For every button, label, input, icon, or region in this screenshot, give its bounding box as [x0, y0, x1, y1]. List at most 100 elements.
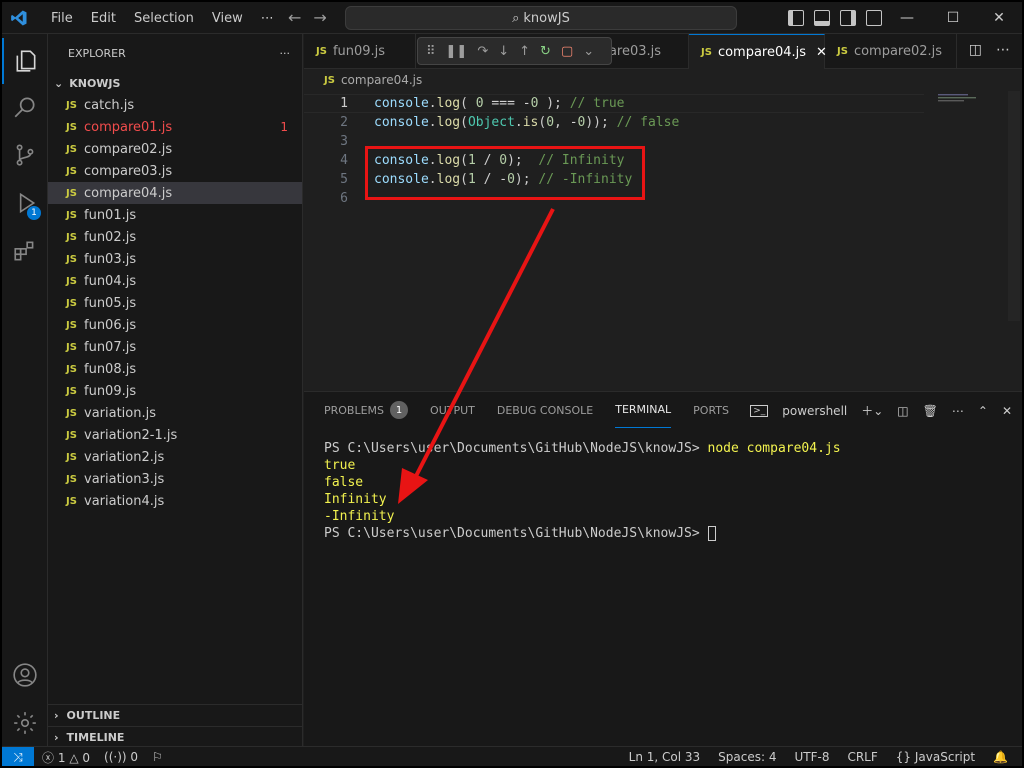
- trash-icon[interactable]: 🗑: [923, 404, 938, 418]
- js-file-icon: JS: [66, 187, 77, 199]
- more-actions-icon[interactable]: ⋯: [952, 404, 964, 418]
- breadcrumb-file[interactable]: compare04.js: [341, 73, 422, 87]
- tab-terminal[interactable]: TERMINAL: [615, 392, 672, 428]
- menu-edit[interactable]: Edit: [82, 11, 125, 26]
- maximize-icon[interactable]: ☐: [930, 2, 976, 34]
- code-editor[interactable]: 1 console.log( 0 === -0 ); // true 2 con…: [304, 91, 1022, 391]
- step-into-icon[interactable]: ↓: [498, 44, 509, 59]
- file-item[interactable]: JS compare03.js: [48, 160, 302, 182]
- menu-more[interactable]: ⋯: [252, 11, 283, 26]
- new-terminal-icon[interactable]: ＋⌄: [861, 402, 883, 419]
- close-window-icon[interactable]: ✕: [976, 2, 1022, 34]
- file-item[interactable]: JS fun04.js: [48, 270, 302, 292]
- terminal-icon: >_: [750, 404, 769, 417]
- menu-file[interactable]: File: [42, 11, 82, 26]
- step-over-icon[interactable]: ↷: [477, 44, 488, 59]
- explorer-activity-icon[interactable]: [2, 38, 48, 84]
- window-controls: — ☐ ✕: [884, 2, 1022, 34]
- file-item[interactable]: JS fun05.js: [48, 292, 302, 314]
- line-number: 1: [340, 96, 348, 111]
- file-label: fun02.js: [84, 229, 137, 245]
- editor-scrollbar[interactable]: [1008, 91, 1020, 321]
- tab-problems[interactable]: PROBLEMS 1: [324, 392, 409, 428]
- menu-view[interactable]: View: [203, 11, 252, 26]
- pause-icon[interactable]: ❚❚: [446, 44, 468, 59]
- split-terminal-icon[interactable]: ◫: [897, 404, 908, 418]
- chevron-right-icon: ›: [54, 709, 59, 722]
- language-mode[interactable]: {} JavaScript: [896, 750, 975, 764]
- file-item[interactable]: JS fun03.js: [48, 248, 302, 270]
- tab-ports[interactable]: PORTS: [693, 392, 729, 428]
- drag-handle-icon[interactable]: ⠿: [426, 44, 436, 59]
- accounts-icon[interactable]: [2, 652, 48, 698]
- end-of-line[interactable]: CRLF: [847, 750, 877, 764]
- search-activity-icon[interactable]: [2, 84, 48, 130]
- file-item[interactable]: JS compare01.js 1: [48, 116, 302, 138]
- remote-icon[interactable]: ⤨: [2, 747, 34, 766]
- command-center-search[interactable]: ⌕ knowJS: [345, 6, 737, 30]
- file-item[interactable]: JS variation2-1.js: [48, 424, 302, 446]
- tab-compare02[interactable]: JS compare02.js: [825, 34, 957, 69]
- cursor-position[interactable]: Ln 1, Col 33: [629, 750, 701, 764]
- toggle-secondary-sidebar-icon[interactable]: [840, 10, 856, 26]
- folder-knowjs[interactable]: ⌄ KNOWJS: [48, 72, 302, 94]
- problems-status[interactable]: ⓧ 1 △ 0: [42, 749, 90, 766]
- tab-label: PORTS: [693, 403, 729, 417]
- file-item[interactable]: JS fun01.js: [48, 204, 302, 226]
- close-panel-icon[interactable]: ✕: [1002, 404, 1012, 418]
- vscode-window: File Edit Selection View ⋯ ← → ⌕ knowJS …: [2, 2, 1022, 766]
- file-item[interactable]: JS variation4.js: [48, 490, 302, 512]
- forward-arrow-icon[interactable]: →: [313, 8, 326, 27]
- file-item[interactable]: JS fun07.js: [48, 336, 302, 358]
- line-number: 3: [340, 134, 348, 149]
- customize-layout-icon[interactable]: [866, 10, 882, 26]
- file-item[interactable]: JS compare02.js: [48, 138, 302, 160]
- file-item[interactable]: JS variation2.js: [48, 446, 302, 468]
- minimap[interactable]: [938, 93, 988, 103]
- terminal-output[interactable]: PS C:\Users\user\Documents\GitHub\NodeJS…: [324, 440, 841, 542]
- maximize-panel-icon[interactable]: ⌃: [978, 404, 988, 418]
- tab-compare04[interactable]: JS compare04.js ✕: [689, 34, 827, 69]
- menu-selection[interactable]: Selection: [125, 11, 203, 26]
- debug-status-icon[interactable]: ⚐: [152, 750, 163, 764]
- toggle-panel-icon[interactable]: [814, 10, 830, 26]
- extensions-icon[interactable]: [2, 228, 48, 274]
- split-editor-icon[interactable]: ◫: [969, 42, 982, 58]
- run-debug-icon[interactable]: 1: [2, 180, 48, 226]
- file-item[interactable]: JS compare04.js: [48, 182, 302, 204]
- back-arrow-icon[interactable]: ←: [288, 8, 301, 27]
- file-item[interactable]: JS fun02.js: [48, 226, 302, 248]
- file-item[interactable]: JS catch.js: [48, 94, 302, 116]
- tab-output[interactable]: OUTPUT: [430, 392, 475, 428]
- file-item[interactable]: JS fun08.js: [48, 358, 302, 380]
- stop-icon[interactable]: ▢: [561, 44, 573, 59]
- file-label: variation2.js: [84, 449, 165, 465]
- tab-fun09[interactable]: JS fun09.js: [304, 34, 416, 69]
- more-actions-icon[interactable]: ⋯: [996, 42, 1010, 58]
- manage-gear-icon[interactable]: [2, 700, 48, 746]
- line-number: 5: [340, 172, 348, 187]
- tab-label: OUTPUT: [430, 403, 475, 417]
- notifications-bell-icon[interactable]: 🔔: [993, 750, 1008, 764]
- js-file-icon: JS: [66, 363, 77, 375]
- chevron-down-icon[interactable]: ⌄: [583, 44, 594, 59]
- js-file-icon: JS: [66, 253, 77, 265]
- file-item[interactable]: JS fun06.js: [48, 314, 302, 336]
- file-item[interactable]: JS variation3.js: [48, 468, 302, 490]
- activity-bar: 1: [2, 34, 48, 746]
- explorer-more-icon[interactable]: ···: [280, 47, 291, 60]
- ports-status[interactable]: ((·)) 0: [104, 750, 138, 764]
- source-control-icon[interactable]: [2, 132, 48, 178]
- file-item[interactable]: JS variation.js: [48, 402, 302, 424]
- tab-debug-console[interactable]: DEBUG CONSOLE: [497, 392, 593, 428]
- minimize-icon[interactable]: —: [884, 2, 930, 34]
- restart-icon[interactable]: ↻: [540, 44, 551, 59]
- file-item[interactable]: JS fun09.js: [48, 380, 302, 402]
- timeline-section[interactable]: › TIMELINE: [48, 726, 303, 748]
- indentation[interactable]: Spaces: 4: [718, 750, 776, 764]
- shell-name[interactable]: powershell: [782, 404, 847, 418]
- encoding[interactable]: UTF-8: [794, 750, 829, 764]
- step-out-icon[interactable]: ↑: [519, 44, 530, 59]
- toggle-primary-sidebar-icon[interactable]: [788, 10, 804, 26]
- outline-section[interactable]: › OUTLINE: [48, 704, 303, 726]
